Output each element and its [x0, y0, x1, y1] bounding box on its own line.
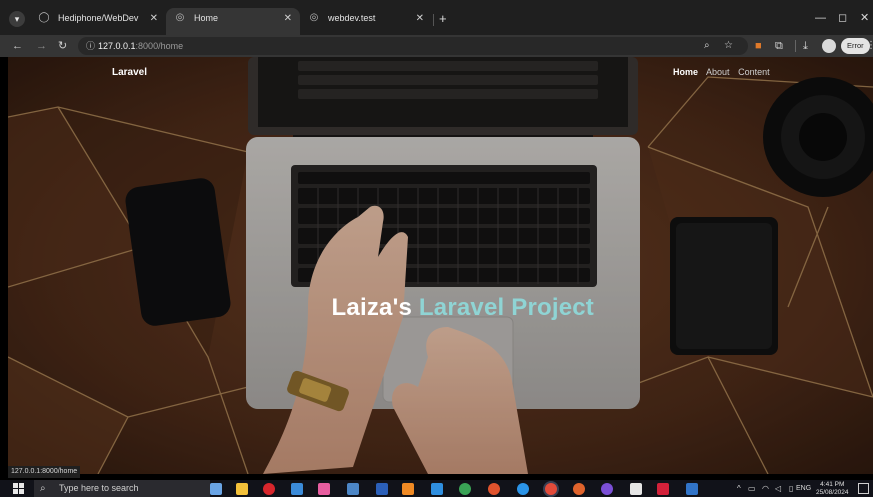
minimize-button[interactable]: — — [815, 9, 826, 27]
nav-content-link[interactable]: Content — [738, 67, 770, 77]
download-icon[interactable]: ⤓ — [803, 38, 808, 54]
chrome-active-icon[interactable] — [545, 483, 557, 495]
app-window-icon[interactable] — [347, 483, 359, 495]
globe-icon: ◎ — [175, 12, 185, 23]
taskbar-search-box[interactable]: ⌕ Type here to search — [34, 480, 210, 497]
url-path: :8000/home — [135, 41, 184, 51]
tab-github[interactable]: ◯ Hediphone/WebDev ✕ — [30, 8, 166, 35]
battery-icon[interactable]: ▭ — [748, 480, 756, 497]
taskbar-search-placeholder: Type here to search — [59, 483, 139, 493]
battery-status-icon[interactable]: ▯ — [789, 480, 793, 497]
globe-icon: ◎ — [309, 12, 319, 23]
url-host: 127.0.0.1 — [98, 41, 136, 51]
language-indicator[interactable]: ENG — [796, 480, 811, 497]
app-azure-icon[interactable] — [686, 483, 698, 495]
link-status-bubble: 127.0.0.1:8000/home — [8, 466, 81, 478]
site-info-icon[interactable]: ⓘ — [86, 37, 95, 55]
app-white-icon[interactable] — [630, 483, 642, 495]
app-orange-icon[interactable] — [402, 483, 414, 495]
browser-toolbar: ← → ↻ ⓘ 127.0.0.1:8000/home ⌕ ☆ ■ ⧉ ⤓ Er… — [0, 35, 873, 57]
close-tab-icon[interactable]: ✕ — [284, 8, 292, 29]
hero-title-accent: Laravel Project — [418, 294, 594, 321]
tab-webdev-test[interactable]: ◎ webdev.test ✕ — [300, 8, 432, 35]
extension-icon[interactable]: ■ — [755, 38, 762, 54]
tab-title: webdev.test — [328, 13, 376, 23]
tab-strip: ▾ ◯ Hediphone/WebDev ✕ ◎ Home ✕ ◎ webdev… — [0, 0, 873, 35]
maximize-button[interactable]: ◻ — [838, 9, 847, 27]
windows-taskbar: ⌕ Type here to search ^ ▭ ◠ ◁ ▯ ENG 4:41… — [0, 480, 873, 497]
taskbar-clock[interactable]: 4:41 PM 25/08/2024 — [816, 481, 849, 496]
site-brand-link[interactable]: Laravel — [112, 67, 147, 78]
reload-icon[interactable]: ↻ — [58, 36, 67, 56]
nav-about-link[interactable]: About — [706, 67, 730, 77]
app-orange-round-icon[interactable] — [573, 483, 585, 495]
github-icon: ◯ — [38, 12, 50, 23]
close-tab-icon[interactable]: ✕ — [416, 8, 424, 29]
notifications-icon[interactable] — [858, 483, 869, 494]
tab-divider — [433, 14, 434, 26]
site-nav: Home About Content — [673, 67, 776, 77]
word-icon[interactable] — [376, 483, 388, 495]
profile-avatar-icon[interactable] — [822, 39, 836, 53]
app-red-icon[interactable] — [263, 483, 275, 495]
new-tab-button[interactable]: + — [439, 8, 447, 29]
vscode-icon[interactable] — [431, 483, 443, 495]
windows-start-icon[interactable] — [13, 483, 24, 494]
toolbar-divider — [795, 40, 796, 52]
edge-icon[interactable] — [517, 483, 529, 495]
tab-title: Hediphone/WebDev — [58, 13, 139, 23]
hero-title: Laiza's Laravel Project — [8, 294, 594, 322]
zoom-icon[interactable]: ⌕ — [704, 37, 710, 55]
hero-section: Laravel Home About Content Laiza's Larav… — [8, 57, 873, 474]
clock-date: 25/08/2024 — [816, 488, 849, 496]
url-text[interactable]: 127.0.0.1:8000/home — [98, 37, 183, 55]
photos-icon[interactable] — [318, 483, 330, 495]
tab-search-menu-icon[interactable]: ▾ — [9, 11, 25, 27]
app-crimson-icon[interactable] — [657, 483, 669, 495]
app-purple-icon[interactable] — [601, 483, 613, 495]
volume-icon[interactable]: ◁ — [775, 480, 781, 497]
nav-home-link[interactable]: Home — [673, 67, 698, 77]
hero-title-name: Laiza's — [331, 294, 413, 321]
browser-menu-icon[interactable]: ⋮ — [866, 37, 873, 55]
chrome-icon[interactable] — [488, 483, 500, 495]
wifi-icon[interactable]: ◠ — [762, 480, 769, 497]
app-blue-icon[interactable] — [291, 483, 303, 495]
file-explorer-icon[interactable] — [236, 483, 248, 495]
search-icon: ⌕ — [40, 483, 46, 494]
app-pinned-icon[interactable] — [210, 483, 222, 495]
close-window-button[interactable]: ✕ — [860, 9, 869, 27]
tray-chevron-up-icon[interactable]: ^ — [737, 480, 741, 497]
hero-overlay — [8, 57, 873, 474]
address-bar[interactable]: ⓘ 127.0.0.1:8000/home ⌕ ☆ — [78, 37, 748, 55]
clock-time: 4:41 PM — [820, 481, 845, 488]
extensions-puzzle-icon[interactable]: ⧉ — [775, 38, 783, 54]
forward-arrow-icon[interactable]: → — [36, 36, 47, 56]
bookmark-star-icon[interactable]: ☆ — [724, 37, 733, 55]
tab-home[interactable]: ◎ Home ✕ — [166, 8, 300, 35]
close-tab-icon[interactable]: ✕ — [150, 8, 158, 29]
tab-title: Home — [194, 13, 219, 23]
app-green-icon[interactable] — [459, 483, 471, 495]
back-arrow-icon[interactable]: ← — [12, 36, 23, 56]
